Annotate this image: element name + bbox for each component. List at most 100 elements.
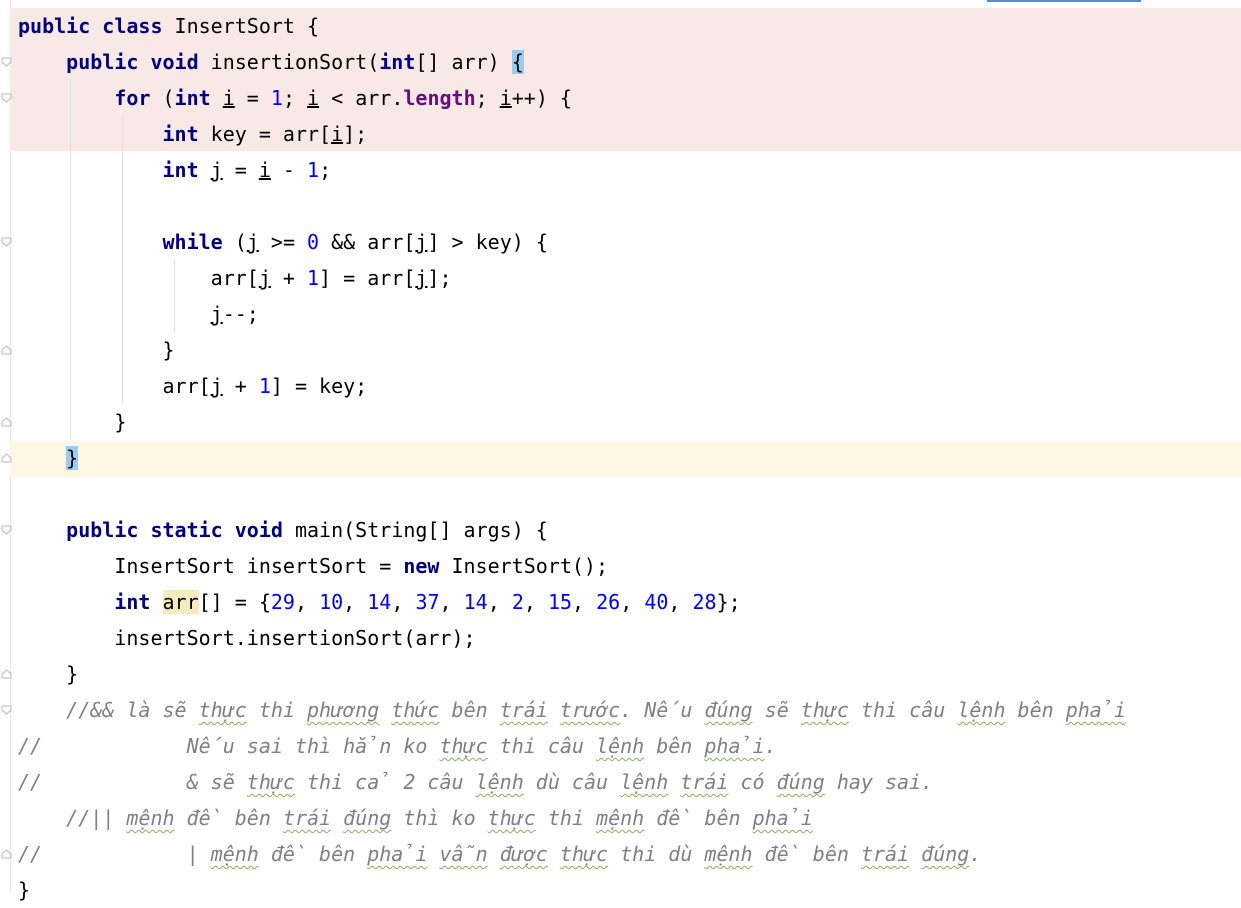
code-token: 14 <box>367 590 392 614</box>
code-line[interactable]: int j = i - 1; <box>18 152 332 188</box>
code-line[interactable]: } <box>18 872 30 908</box>
code-line[interactable]: public class InsertSort { <box>18 8 319 44</box>
fold-open-icon[interactable] <box>1 237 12 247</box>
code-token: 10 <box>319 590 344 614</box>
code-token: [] = { <box>198 590 271 614</box>
code-token: j <box>415 266 428 290</box>
code-token: ] = arr[ <box>319 266 416 290</box>
code-token: thi dù <box>608 842 705 866</box>
code-line[interactable]: arr[j + 1] = key; <box>18 368 367 404</box>
active-tab-indicator <box>987 0 1141 2</box>
code-token: public <box>66 50 139 74</box>
code-token: 1 <box>307 266 320 290</box>
fold-close-icon[interactable] <box>1 849 12 859</box>
code-token: đề bên <box>644 806 753 830</box>
code-token: // & sẽ <box>18 770 247 794</box>
code-token: ; <box>282 86 308 110</box>
code-token: j <box>415 230 428 254</box>
code-line[interactable]: while (j >= 0 && arr[j] > key) { <box>18 224 548 260</box>
code-token: InsertSort(); <box>439 554 609 578</box>
code-token: bên <box>439 698 500 722</box>
code-token: , <box>523 590 548 614</box>
code-token: --; <box>222 302 259 326</box>
code-token: 40 <box>644 590 669 614</box>
code-token: { <box>511 50 524 74</box>
code-line[interactable]: arr[j + 1] = arr[j]; <box>18 260 452 296</box>
code-token: j <box>210 374 223 398</box>
code-token: 0 <box>307 230 320 254</box>
fold-close-icon[interactable] <box>1 345 12 355</box>
code-token: thực <box>487 806 536 830</box>
code-line[interactable]: int arr[] = {29, 10, 14, 37, 14, 2, 15, … <box>18 584 741 620</box>
code-token: dù câu <box>523 770 621 794</box>
code-token: // | <box>18 842 211 866</box>
fold-open-icon[interactable] <box>1 705 12 715</box>
code-token: phải <box>704 734 765 758</box>
code-line[interactable]: } <box>18 332 174 368</box>
code-token: ]; <box>343 122 368 146</box>
code-token: phương <box>307 698 380 722</box>
code-token: thực <box>246 770 295 794</box>
fold-open-icon[interactable] <box>1 57 12 67</box>
code-token: ( <box>222 230 247 254</box>
code-token: ( <box>150 86 175 110</box>
code-token: static <box>150 518 223 542</box>
code-line[interactable]: public static void main(String[] args) { <box>18 512 548 548</box>
code-token: , <box>668 590 693 614</box>
code-token: trái <box>680 770 729 794</box>
code-token: 29 <box>270 590 295 614</box>
code-token: sẽ <box>752 698 801 722</box>
code-token: void <box>234 518 283 542</box>
code-line[interactable]: insertSort.insertionSort(arr); <box>18 620 476 656</box>
code-token: lệnh <box>475 770 524 794</box>
code-token: 26 <box>596 590 621 614</box>
code-token: thì ko <box>391 806 488 830</box>
code-token: đúng <box>921 842 970 866</box>
code-token: ]; <box>427 266 452 290</box>
code-token: 14 <box>463 590 488 614</box>
code-token: i <box>258 158 271 182</box>
code-token: && arr[ <box>319 230 416 254</box>
fold-open-icon[interactable] <box>1 93 12 103</box>
code-token: , <box>572 590 597 614</box>
code-token: bên <box>644 734 705 758</box>
code-line[interactable]: } <box>18 404 126 440</box>
code-token: trước <box>559 698 621 722</box>
fold-close-icon[interactable] <box>1 417 12 427</box>
code-token: j <box>210 302 223 326</box>
fold-close-icon[interactable] <box>1 453 12 463</box>
fold-open-icon[interactable] <box>1 525 12 535</box>
code-token: = <box>222 158 259 182</box>
code-editor[interactable]: public class InsertSort { public void in… <box>0 0 1241 902</box>
code-token: main(String[] args) { <box>282 518 548 542</box>
code-line[interactable]: // & sẽ thực thi cả 2 câu lệnh dù câu lệ… <box>18 764 933 800</box>
code-token: insertSort.insertionSort(arr); <box>18 626 476 650</box>
code-token: thi câu <box>487 734 596 758</box>
code-token: + <box>270 266 307 290</box>
fold-close-icon[interactable] <box>1 669 12 679</box>
code-token: InsertSort insertSort = <box>18 554 404 578</box>
code-line[interactable]: //&& là sẽ thực thi phương thức bên trái… <box>18 692 1126 728</box>
code-token: new <box>403 554 440 578</box>
code-line[interactable]: } <box>18 440 79 476</box>
code-line[interactable]: } <box>18 656 78 692</box>
code-line[interactable]: //|| mệnh đề bên trái đúng thì ko thực t… <box>18 800 813 836</box>
code-token: thi cả 2 câu <box>294 770 476 794</box>
code-line[interactable]: int key = arr[i]; <box>18 116 368 152</box>
code-token: phải <box>367 842 428 866</box>
code-token: thực <box>198 698 247 722</box>
code-line[interactable]: for (int i = 1; i < arr.length; i++) { <box>18 80 572 116</box>
code-token: trái <box>499 698 548 722</box>
code-line[interactable]: // | mệnh đề bên phải vẫn được thực thi … <box>18 836 981 872</box>
code-line[interactable]: // Nếu sai thì hẳn ko thực thi câu lệnh … <box>18 728 777 764</box>
code-line[interactable]: public void insertionSort(int[] arr) { <box>18 44 524 80</box>
code-line[interactable]: InsertSort insertSort = new InsertSort()… <box>18 548 608 584</box>
code-token: } <box>18 662 79 686</box>
code-token: j <box>258 266 271 290</box>
code-token: public <box>66 518 139 542</box>
code-line[interactable]: j--; <box>18 296 259 332</box>
